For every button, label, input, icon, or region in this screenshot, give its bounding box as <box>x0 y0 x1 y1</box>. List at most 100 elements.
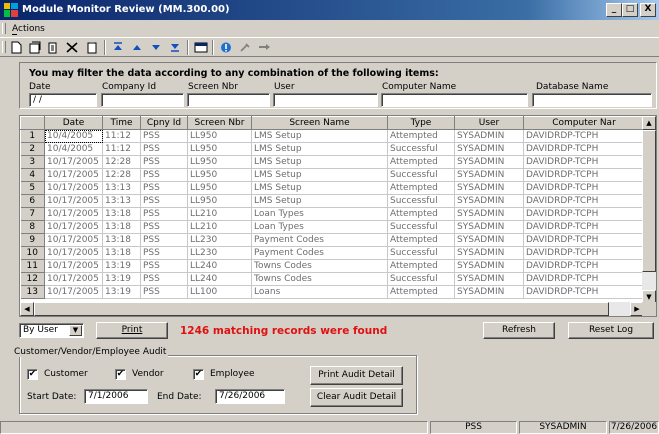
table-cell[interactable]: DAVIDRDP-TCPH <box>523 207 645 221</box>
row-number[interactable]: 13 <box>20 285 45 299</box>
database-name-filter-input[interactable] <box>532 93 652 107</box>
table-row[interactable]: 6 10/17/2005 13:13 PSS LL950 LMS Setup Success… <box>20 194 645 208</box>
computer-name-filter-input[interactable] <box>381 93 528 107</box>
column-header[interactable]: Date <box>44 116 103 130</box>
table-cell[interactable]: Towns Codes <box>251 259 388 273</box>
column-header[interactable]: Type <box>387 116 455 130</box>
table-cell[interactable]: LL240 <box>187 272 252 286</box>
table-row[interactable]: 10 10/17/2005 13:18 PSS LL230 Payment Codes Su… <box>20 246 645 260</box>
table-cell[interactable]: 13:18 <box>102 220 141 234</box>
row-number[interactable]: 3 <box>20 155 45 169</box>
table-cell[interactable]: LMS Setup <box>251 181 388 195</box>
table-cell[interactable]: 13:18 <box>102 246 141 260</box>
vertical-scroll-thumb[interactable] <box>642 130 656 272</box>
table-cell[interactable]: LMS Setup <box>251 129 388 143</box>
refresh-button[interactable]: Refresh <box>483 322 555 339</box>
table-cell[interactable]: SYSADMIN <box>454 233 524 247</box>
table-cell[interactable]: 13:19 <box>102 285 141 299</box>
table-cell[interactable]: DAVIDRDP-TCPH <box>523 220 645 234</box>
table-cell[interactable]: Attempted <box>387 129 455 143</box>
table-cell[interactable]: DAVIDRDP-TCPH <box>523 168 645 182</box>
table-cell[interactable]: PSS <box>140 129 188 143</box>
table-cell[interactable]: SYSADMIN <box>454 168 524 182</box>
menu-actions[interactable]: Actions <box>12 24 45 34</box>
column-header[interactable]: Time <box>102 116 141 130</box>
maximize-button[interactable]: □ <box>622 3 638 17</box>
clipboard-icon[interactable] <box>84 40 100 55</box>
chevron-down-icon[interactable]: ▼ <box>69 325 82 336</box>
table-cell[interactable]: Successful <box>387 142 455 156</box>
table-cell[interactable]: Attempted <box>387 207 455 221</box>
table-row[interactable]: 8 10/17/2005 13:18 PSS LL210 Loan Types Succes… <box>20 220 645 234</box>
table-cell[interactable]: 10/17/2005 <box>44 246 103 260</box>
table-cell[interactable]: Successful <box>387 194 455 208</box>
table-cell[interactable]: LL240 <box>187 259 252 273</box>
table-cell[interactable]: SYSADMIN <box>454 142 524 156</box>
table-cell[interactable]: LL950 <box>187 194 252 208</box>
table-cell[interactable]: Towns Codes <box>251 272 388 286</box>
table-cell[interactable]: PSS <box>140 155 188 169</box>
toolbar-grip[interactable] <box>2 41 6 53</box>
column-header[interactable] <box>20 116 45 130</box>
table-cell[interactable]: DAVIDRDP-TCPH <box>523 233 645 247</box>
table-cell[interactable]: 11:12 <box>102 142 141 156</box>
tools-icon[interactable] <box>237 40 253 55</box>
table-cell[interactable]: 10/17/2005 <box>44 181 103 195</box>
table-cell[interactable]: Loan Types <box>251 220 388 234</box>
company-id-filter-input[interactable] <box>101 93 184 107</box>
table-cell[interactable]: SYSADMIN <box>454 129 524 143</box>
table-cell[interactable]: Attempted <box>387 259 455 273</box>
table-cell[interactable]: LMS Setup <box>251 194 388 208</box>
table-cell[interactable]: PSS <box>140 233 188 247</box>
row-number[interactable]: 5 <box>20 181 45 195</box>
menu-grip[interactable] <box>2 23 6 34</box>
close-button[interactable]: X <box>640 3 656 17</box>
table-cell[interactable]: LMS Setup <box>251 155 388 169</box>
table-cell[interactable]: 10/17/2005 <box>44 207 103 221</box>
table-cell[interactable]: 10/17/2005 <box>44 233 103 247</box>
scroll-up-button[interactable]: ▲ <box>642 116 656 130</box>
table-row[interactable]: 12 10/17/2005 13:19 PSS LL240 Towns Codes Succ… <box>20 272 645 286</box>
help-icon[interactable] <box>218 40 234 55</box>
vendor-checkbox[interactable]: ✔ <box>115 369 126 380</box>
column-header[interactable]: Cpny Id <box>140 116 188 130</box>
next-record-icon[interactable] <box>148 40 164 55</box>
row-number[interactable]: 6 <box>20 194 45 208</box>
table-cell[interactable]: LL100 <box>187 285 252 299</box>
table-cell[interactable]: Successful <box>387 246 455 260</box>
table-cell[interactable]: SYSADMIN <box>454 272 524 286</box>
window-icon[interactable] <box>193 40 209 55</box>
table-cell[interactable]: Successful <box>387 220 455 234</box>
table-row[interactable]: 9 10/17/2005 13:18 PSS LL230 Payment Codes Att… <box>20 233 645 247</box>
table-cell[interactable]: 13:19 <box>102 259 141 273</box>
table-row[interactable]: 1 10/4/2005 11:12 PSS LL950 LMS Setup Attempte… <box>20 129 645 143</box>
table-cell[interactable]: 13:18 <box>102 233 141 247</box>
row-number[interactable]: 12 <box>20 272 45 286</box>
minimize-button[interactable]: _ <box>606 3 622 17</box>
table-cell[interactable]: PSS <box>140 194 188 208</box>
table-cell[interactable]: 10/17/2005 <box>44 168 103 182</box>
table-cell[interactable]: DAVIDRDP-TCPH <box>523 181 645 195</box>
table-cell[interactable]: LL230 <box>187 233 252 247</box>
column-header[interactable]: Computer Nar <box>523 116 645 130</box>
copy-icon[interactable] <box>45 40 61 55</box>
print-button[interactable]: Print <box>96 322 168 339</box>
column-header[interactable]: Screen Name <box>251 116 388 130</box>
table-cell[interactable]: SYSADMIN <box>454 259 524 273</box>
table-cell[interactable]: LL950 <box>187 168 252 182</box>
table-cell[interactable]: LL230 <box>187 246 252 260</box>
table-cell[interactable]: PSS <box>140 168 188 182</box>
table-row[interactable]: 5 10/17/2005 13:13 PSS LL950 LMS Setup Attempt… <box>20 181 645 195</box>
table-cell[interactable]: 10/17/2005 <box>44 285 103 299</box>
table-cell[interactable]: DAVIDRDP-TCPH <box>523 259 645 273</box>
table-row[interactable]: 13 10/17/2005 13:19 PSS LL100 Loans Attempted S… <box>20 285 645 299</box>
table-cell[interactable]: DAVIDRDP-TCPH <box>523 155 645 169</box>
table-row[interactable]: 7 10/17/2005 13:18 PSS LL210 Loan Types Attemp… <box>20 207 645 221</box>
table-cell[interactable]: SYSADMIN <box>454 220 524 234</box>
start-date-input[interactable]: 7/1/2006 <box>84 389 148 404</box>
table-row[interactable]: 2 10/4/2005 11:12 PSS LL950 LMS Setup Successf… <box>20 142 645 156</box>
table-cell[interactable]: LL950 <box>187 155 252 169</box>
table-cell[interactable]: Attempted <box>387 285 455 299</box>
row-number[interactable]: 10 <box>20 246 45 260</box>
table-cell[interactable]: DAVIDRDP-TCPH <box>523 194 645 208</box>
